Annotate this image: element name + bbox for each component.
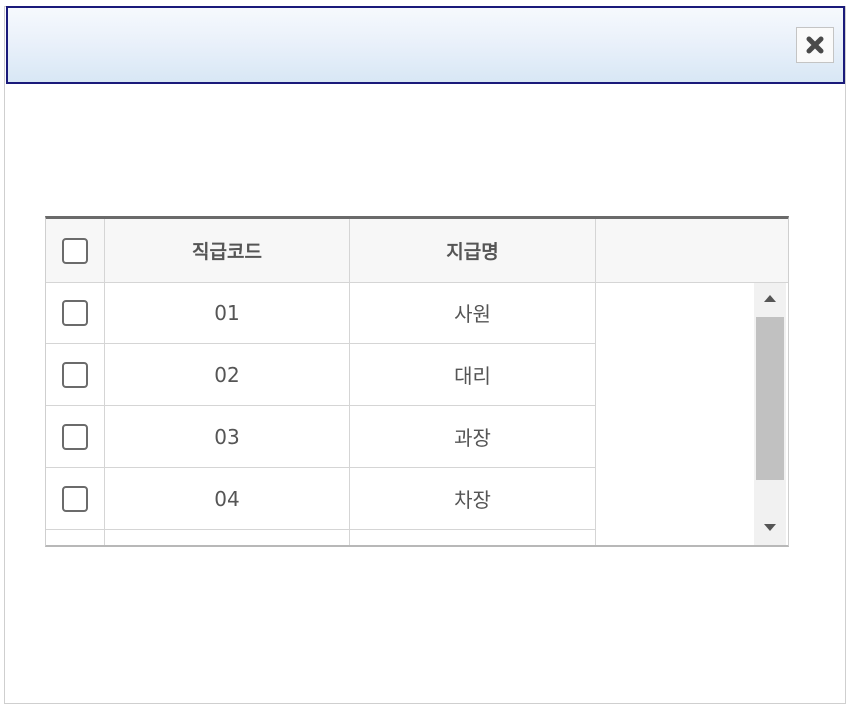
row-checkbox[interactable] xyxy=(62,361,88,388)
scroll-down-arrow-icon[interactable] xyxy=(754,513,786,543)
row-checkbox[interactable] xyxy=(62,485,88,512)
header-rank-code[interactable]: 직급코드 xyxy=(105,219,350,282)
row-name-cell xyxy=(350,530,596,545)
close-x-icon xyxy=(806,36,824,54)
table-row[interactable]: 04 차장 xyxy=(46,468,596,530)
header-rank-name[interactable]: 지급명 xyxy=(350,219,596,282)
row-checkbox-cell xyxy=(46,344,105,406)
row-rank-code: 02 xyxy=(105,344,350,406)
table-row[interactable]: 03 과장 xyxy=(46,406,596,468)
table-row-partial xyxy=(46,530,596,545)
table-row[interactable]: 02 대리 xyxy=(46,344,596,406)
dialog-titlebar[interactable] xyxy=(6,6,845,84)
row-rank-name: 사원 xyxy=(350,282,596,344)
rank-grid: 직급코드 지급명 01 사원 02 대리 03 과장 04 차장 xyxy=(45,216,789,547)
scroll-up-arrow-icon[interactable] xyxy=(754,283,786,313)
vertical-scrollbar[interactable] xyxy=(754,283,786,545)
row-checkbox[interactable] xyxy=(62,299,88,326)
row-checkbox-cell xyxy=(46,406,105,468)
row-rank-name: 과장 xyxy=(350,406,596,468)
row-checkbox-cell xyxy=(46,530,105,545)
row-checkbox-cell xyxy=(46,468,105,530)
row-rank-code: 03 xyxy=(105,406,350,468)
header-extra xyxy=(596,219,788,282)
header-checkbox-cell xyxy=(46,219,105,282)
select-all-checkbox[interactable] xyxy=(62,237,88,264)
row-code-cell xyxy=(105,530,350,545)
grid-header: 직급코드 지급명 xyxy=(46,219,788,283)
row-checkbox-cell xyxy=(46,282,105,344)
row-rank-name: 차장 xyxy=(350,468,596,530)
row-rank-code: 04 xyxy=(105,468,350,530)
scroll-thumb[interactable] xyxy=(756,317,784,480)
row-rank-code: 01 xyxy=(105,282,350,344)
row-checkbox[interactable] xyxy=(62,423,88,450)
close-button[interactable] xyxy=(796,27,834,63)
row-rank-name: 대리 xyxy=(350,344,596,406)
table-row[interactable]: 01 사원 xyxy=(46,282,596,344)
